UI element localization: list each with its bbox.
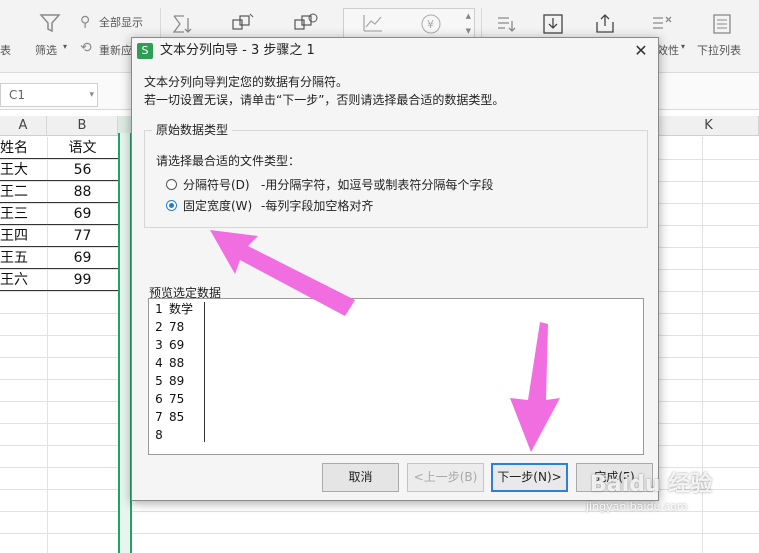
preview-row: 3 69 [149,336,639,354]
preview-row-number: 8 [155,428,163,442]
preview-row-value: 89 [169,374,185,388]
column-header-k[interactable]: K [659,116,759,136]
preview-row: 5 89 [149,372,639,390]
validity-icon[interactable] [650,12,674,39]
preview-row: 8 [149,426,639,444]
cell-a6[interactable]: 王五 [0,247,47,269]
fixed-width-description: -每列字段加空格对齐 [261,199,374,213]
chart-icon [362,13,384,36]
preview-row-value: 75 [169,392,185,406]
file-type-prompt: 请选择最合适的文件类型： [156,154,301,168]
back-button[interactable]: <上一步(B) [407,463,484,492]
cell-b6[interactable]: 69 [47,247,118,269]
chevron-down-icon[interactable]: ▾ [89,84,94,106]
fixed-width-label[interactable]: 固定宽度(W) [183,197,252,214]
cell-a2[interactable]: 王大 [0,159,47,181]
preview-row-number: 1 [155,302,163,316]
cell-b7[interactable]: 99 [47,269,118,291]
svg-text:¥: ¥ [427,18,434,31]
dialog-description-1: 文本分列向导判定您的数据有分隔符。 [144,75,349,89]
spin-down-icon[interactable]: ▼ [466,24,471,38]
sort-icon[interactable] [170,12,194,39]
dialog-description-2: 若一切设置无误，请单击“下一步”，否则请选择最合适的数据类型。 [144,93,505,107]
dialog-title: 文本分列向导 - 3 步骤之 1 [160,43,315,58]
name-box-value: C1 [9,88,26,102]
preview-row: 2 78 [149,318,639,336]
delimited-description: -用分隔字符，如逗号或制表符分隔每个字段 [261,178,494,192]
name-box[interactable]: C1 ▾ [0,83,98,107]
cell-a7[interactable]: 王六 [0,269,47,291]
format-selector[interactable]: ¥ ▲ ▼ [343,8,475,40]
preview-row: 4 88 [149,354,639,372]
data-preview[interactable]: 1 数学 2 78 3 69 4 88 5 89 6 75 7 85 8 [148,298,644,455]
next-button[interactable]: 下一步(N)> [491,463,568,492]
filter-chevron-down-icon[interactable]: ▾ [63,42,67,51]
baidu-watermark: Baidu 经验 [590,472,713,497]
preview-row-number: 6 [155,392,163,406]
preview-row: 1 数学 [149,300,639,318]
text-to-columns-icon[interactable] [495,12,519,39]
close-icon[interactable]: ✕ [632,40,650,62]
reapply-button[interactable]: 重新应 [99,42,132,58]
cancel-button[interactable]: 取消 [322,463,399,492]
delimited-radio[interactable] [166,179,177,190]
grid-line [0,533,759,534]
preview-row-value: 69 [169,338,185,352]
export-icon[interactable] [593,12,617,39]
watermark-url: jingyan.baidu.com [586,500,688,513]
ribbon-label-table[interactable]: 表 [0,42,11,58]
selected-column-c[interactable] [118,133,132,553]
validity-button-label[interactable]: 效性 [657,42,679,58]
preview-row-number: 2 [155,320,163,334]
dialog-titlebar[interactable]: S 文本分列向导 - 3 步骤之 1 ✕ [132,38,658,64]
cell-b1[interactable]: 语文 [47,137,118,159]
highlight-duplicates-icon[interactable] [230,12,256,39]
reject-duplicates-icon[interactable] [292,12,318,39]
text-to-columns-dialog: S 文本分列向导 - 3 步骤之 1 ✕ 文本分列向导判定您的数据有分隔符。 若… [131,37,659,501]
validity-chevron-down-icon[interactable]: ▾ [681,42,685,51]
filter-icon[interactable] [39,12,61,37]
show-all-button[interactable]: 全部显示 [99,14,143,30]
app-logo-icon: S [137,43,153,59]
data-type-group-title: 原始数据类型 [152,121,233,138]
cell-a4[interactable]: 王三 [0,203,47,225]
dropdown-list-button-label[interactable]: 下拉列表 [697,42,741,58]
dropdown-list-icon[interactable] [710,12,734,39]
preview-row: 7 85 [149,408,639,426]
column-header-a[interactable]: A [0,116,47,136]
preview-row-value: 78 [169,320,185,334]
cell-b4[interactable]: 69 [47,203,118,225]
reapply-icon: ⟲ [80,40,92,56]
cell-a5[interactable]: 王四 [0,225,47,247]
preview-row: 6 75 [149,390,639,408]
cell-a3[interactable]: 王二 [0,181,47,203]
preview-row-value: 88 [169,356,185,370]
delimited-label[interactable]: 分隔符号(D) [183,176,250,193]
spin-up-icon[interactable]: ▲ [466,9,471,23]
preview-row-value: 85 [169,410,185,424]
preview-row-number: 3 [155,338,163,352]
preview-row-number: 7 [155,410,163,424]
preview-row-value: 数学 [169,302,194,316]
show-all-icon: ⚲ [80,14,91,30]
cell-b3[interactable]: 88 [47,181,118,203]
cell-b2[interactable]: 56 [47,159,118,181]
column-header-b[interactable]: B [47,116,118,136]
fill-down-icon[interactable] [541,12,565,39]
cell-b5[interactable]: 77 [47,225,118,247]
currency-icon: ¥ [420,13,442,38]
fixed-width-radio[interactable] [166,200,177,211]
filter-button-label[interactable]: 筛选 [35,42,57,58]
cell-a1[interactable]: 姓名 [0,137,47,159]
preview-row-number: 4 [155,356,163,370]
preview-row-number: 5 [155,374,163,388]
